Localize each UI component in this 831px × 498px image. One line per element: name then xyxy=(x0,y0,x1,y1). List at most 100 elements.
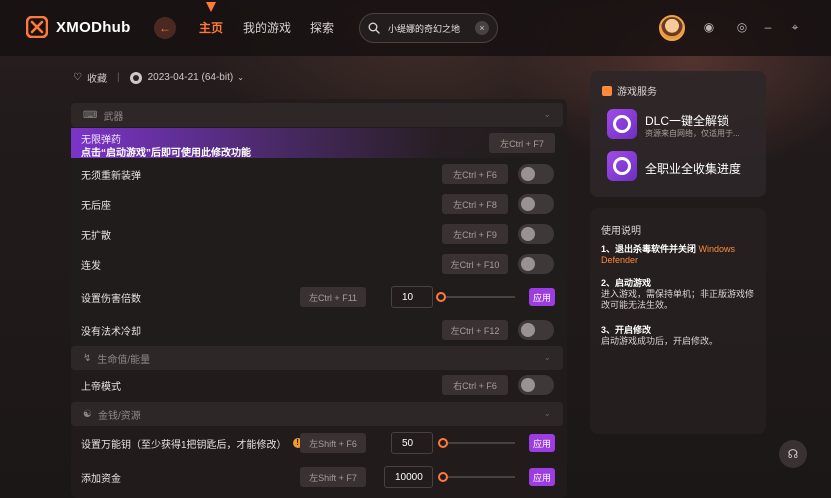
damage-slider[interactable] xyxy=(439,296,515,298)
hotkey-badge[interactable]: 左Ctrl + F9 xyxy=(442,224,508,244)
services-title: 游戏服务 xyxy=(617,87,657,98)
search-input[interactable]: 小缇娜的奇幻之地 xyxy=(388,22,475,35)
cheat-toggle[interactable] xyxy=(518,224,554,244)
cheat-toggle[interactable] xyxy=(518,320,554,340)
cheat-panel: ⌨ 武器 ⌄ 无限弹药 点击“启动游戏”后即可使用此修改功能 左Ctrl + F… xyxy=(71,99,567,498)
apply-button[interactable]: 应用 xyxy=(529,434,555,452)
game-meta: ♡ 收藏 | 2023-04-21 (64-bit) ⌄ xyxy=(73,70,244,85)
step-body: 进入游戏，需保持单机；非正版游戏修改可能无法生效。 xyxy=(601,289,755,310)
section-money[interactable]: ☯ 金钱/资源 ⌄ xyxy=(71,402,563,426)
support-button[interactable]: ☊ xyxy=(779,440,807,468)
user-avatar[interactable] xyxy=(659,15,685,41)
nav-explore[interactable]: 探索 xyxy=(310,19,334,36)
cheat-label: 无须重新装弹 xyxy=(81,170,141,182)
cheat-label: 添加资金 xyxy=(81,473,121,485)
section-title: 武器 xyxy=(103,111,124,123)
hotkey-badge[interactable]: 左Ctrl + F10 xyxy=(442,254,508,274)
headset-icon: ☊ xyxy=(787,447,799,461)
cheat-label: 无后座 xyxy=(81,200,111,212)
cheat-row-rapid-fire: 连发 左Ctrl + F10 xyxy=(71,249,563,279)
section-title: 金钱/资源 xyxy=(97,410,141,422)
save-progress-icon[interactable] xyxy=(607,151,637,181)
chevron-down-icon[interactable]: ⌄ xyxy=(237,73,244,82)
hotkey-badge[interactable]: 左Shift + F7 xyxy=(300,467,366,487)
dlc-unlock-title[interactable]: DLC一键全解锁 xyxy=(645,112,729,129)
chevron-down-icon: ⌄ xyxy=(543,408,551,418)
search-icon xyxy=(368,22,380,34)
app-logo[interactable]: XMODhub xyxy=(26,16,131,38)
slider-handle[interactable] xyxy=(438,438,448,448)
keys-value-input[interactable]: 50 xyxy=(391,432,433,454)
instructions-card: 使用说明 1、退出杀毒软件并关闭 Windows Defender 2、启动游戏… xyxy=(590,208,766,434)
save-progress-title[interactable]: 全职业全收集进度 xyxy=(645,160,741,177)
instruction-step-1: 1、退出杀毒软件并关闭 Windows Defender xyxy=(601,244,759,266)
search-box[interactable]: 小缇娜的奇幻之地 × xyxy=(359,13,498,43)
hotkey-badge[interactable]: 左Ctrl + F11 xyxy=(300,287,366,307)
step-heading: 2、启动游戏 xyxy=(601,278,652,288)
instruction-step-2: 2、启动游戏 进入游戏，需保持单机；非正版游戏修改可能无法生效。 xyxy=(601,278,759,311)
cheat-row-no-recoil: 无后座 左Ctrl + F8 xyxy=(71,189,563,219)
instructions-title: 使用说明 xyxy=(601,226,641,237)
xmod-logo-icon xyxy=(26,16,48,38)
favorite-label[interactable]: 收藏 xyxy=(87,70,107,85)
slider-handle[interactable] xyxy=(436,292,446,302)
minimize-icon[interactable]: – xyxy=(761,20,775,34)
meta-divider: | xyxy=(116,72,120,83)
money-bag-icon: ☯ xyxy=(83,408,92,420)
cheat-label: 上帝模式 xyxy=(81,381,121,393)
services-header: 游戏服务 xyxy=(602,83,657,98)
cheat-label: 设置万能钥（至少获得1把钥匙后，才能修改） xyxy=(81,439,287,451)
steam-icon xyxy=(129,71,142,84)
cheat-toggle[interactable] xyxy=(518,254,554,274)
cheat-row-no-spread: 无扩散 左Ctrl + F9 xyxy=(71,219,563,249)
nav-my-games[interactable]: 我的游戏 xyxy=(243,19,291,36)
lightning-icon: ↯ xyxy=(83,352,92,364)
apply-button[interactable]: 应用 xyxy=(529,288,555,306)
arrow-left-icon: ← xyxy=(159,21,171,35)
cheat-toggle[interactable] xyxy=(518,375,554,395)
cheat-row-no-spell-cooldown: 没有法术冷却 左Ctrl + F12 xyxy=(71,315,563,345)
dlc-unlock-subtitle: 资源来自网络，仅适用于... xyxy=(645,129,740,138)
dlc-unlock-icon[interactable] xyxy=(607,109,637,139)
clear-search-icon[interactable]: × xyxy=(475,21,489,35)
cheat-toggle[interactable] xyxy=(518,164,554,184)
apply-button[interactable]: 应用 xyxy=(529,468,555,486)
game-services-card: 游戏服务 DLC一键全解锁 资源来自网络，仅适用于... 全职业全收集进度 xyxy=(590,71,766,197)
hotkey-badge[interactable]: 左Shift + F6 xyxy=(300,433,366,453)
cheat-row-add-money: 添加资金 左Shift + F7 10000 应用 xyxy=(71,462,563,492)
damage-value-input[interactable]: 10 xyxy=(391,286,433,308)
settings-icon[interactable]: ◎ xyxy=(735,20,749,34)
money-value-input[interactable]: 10000 xyxy=(384,466,433,488)
hotkey-badge[interactable]: 左Ctrl + F12 xyxy=(442,320,508,340)
keys-slider[interactable] xyxy=(439,442,515,444)
gun-icon: ⌨ xyxy=(83,109,98,121)
version-select[interactable]: 2023-04-21 (64-bit) xyxy=(148,72,234,83)
cheat-label: 连发 xyxy=(81,260,101,272)
cheat-label: 没有法术冷却 xyxy=(81,326,141,338)
nav-home[interactable]: 主页 xyxy=(199,19,223,36)
slider-handle[interactable] xyxy=(438,472,448,482)
hotkey-badge[interactable]: 左Ctrl + F7 xyxy=(489,133,555,153)
top-bar: XMODhub ← 主页 我的游戏 探索 小缇娜的奇幻之地 × ◉ ◎ – ⌖ xyxy=(0,0,831,56)
cheat-label: 设置伤害倍数 xyxy=(81,293,141,305)
chevron-down-icon: ⌄ xyxy=(543,352,551,362)
fullscreen-icon[interactable]: ⌖ xyxy=(788,20,802,34)
hotkey-badge[interactable]: 左Ctrl + F8 xyxy=(442,194,508,214)
step-heading: 1、退出杀毒软件并关闭 xyxy=(601,244,697,254)
chevron-down-icon: ⌄ xyxy=(543,109,551,119)
hotkey-badge[interactable]: 左Ctrl + F6 xyxy=(442,164,508,184)
cheat-row-god-mode: 上帝模式 右Ctrl + F6 xyxy=(71,370,563,400)
service-box-icon xyxy=(602,85,612,96)
cheat-row-damage-multiplier: 设置伤害倍数 左Ctrl + F11 10 应用 xyxy=(71,282,563,312)
section-health[interactable]: ↯ 生命值/能量 ⌄ xyxy=(71,346,563,370)
record-icon[interactable]: ◉ xyxy=(702,20,716,34)
active-nav-indicator xyxy=(206,2,216,12)
cheat-row-skeleton-keys: 设置万能钥（至少获得1把钥匙后，才能修改） ! 左Shift + F6 50 应… xyxy=(71,428,563,458)
heart-icon[interactable]: ♡ xyxy=(73,72,82,83)
back-button[interactable]: ← xyxy=(154,17,176,39)
cheat-toggle[interactable] xyxy=(518,194,554,214)
section-title: 生命值/能量 xyxy=(97,354,151,366)
section-weapons[interactable]: ⌨ 武器 ⌄ xyxy=(71,103,563,127)
hotkey-badge[interactable]: 右Ctrl + F6 xyxy=(442,375,508,395)
money-slider[interactable] xyxy=(439,476,515,478)
